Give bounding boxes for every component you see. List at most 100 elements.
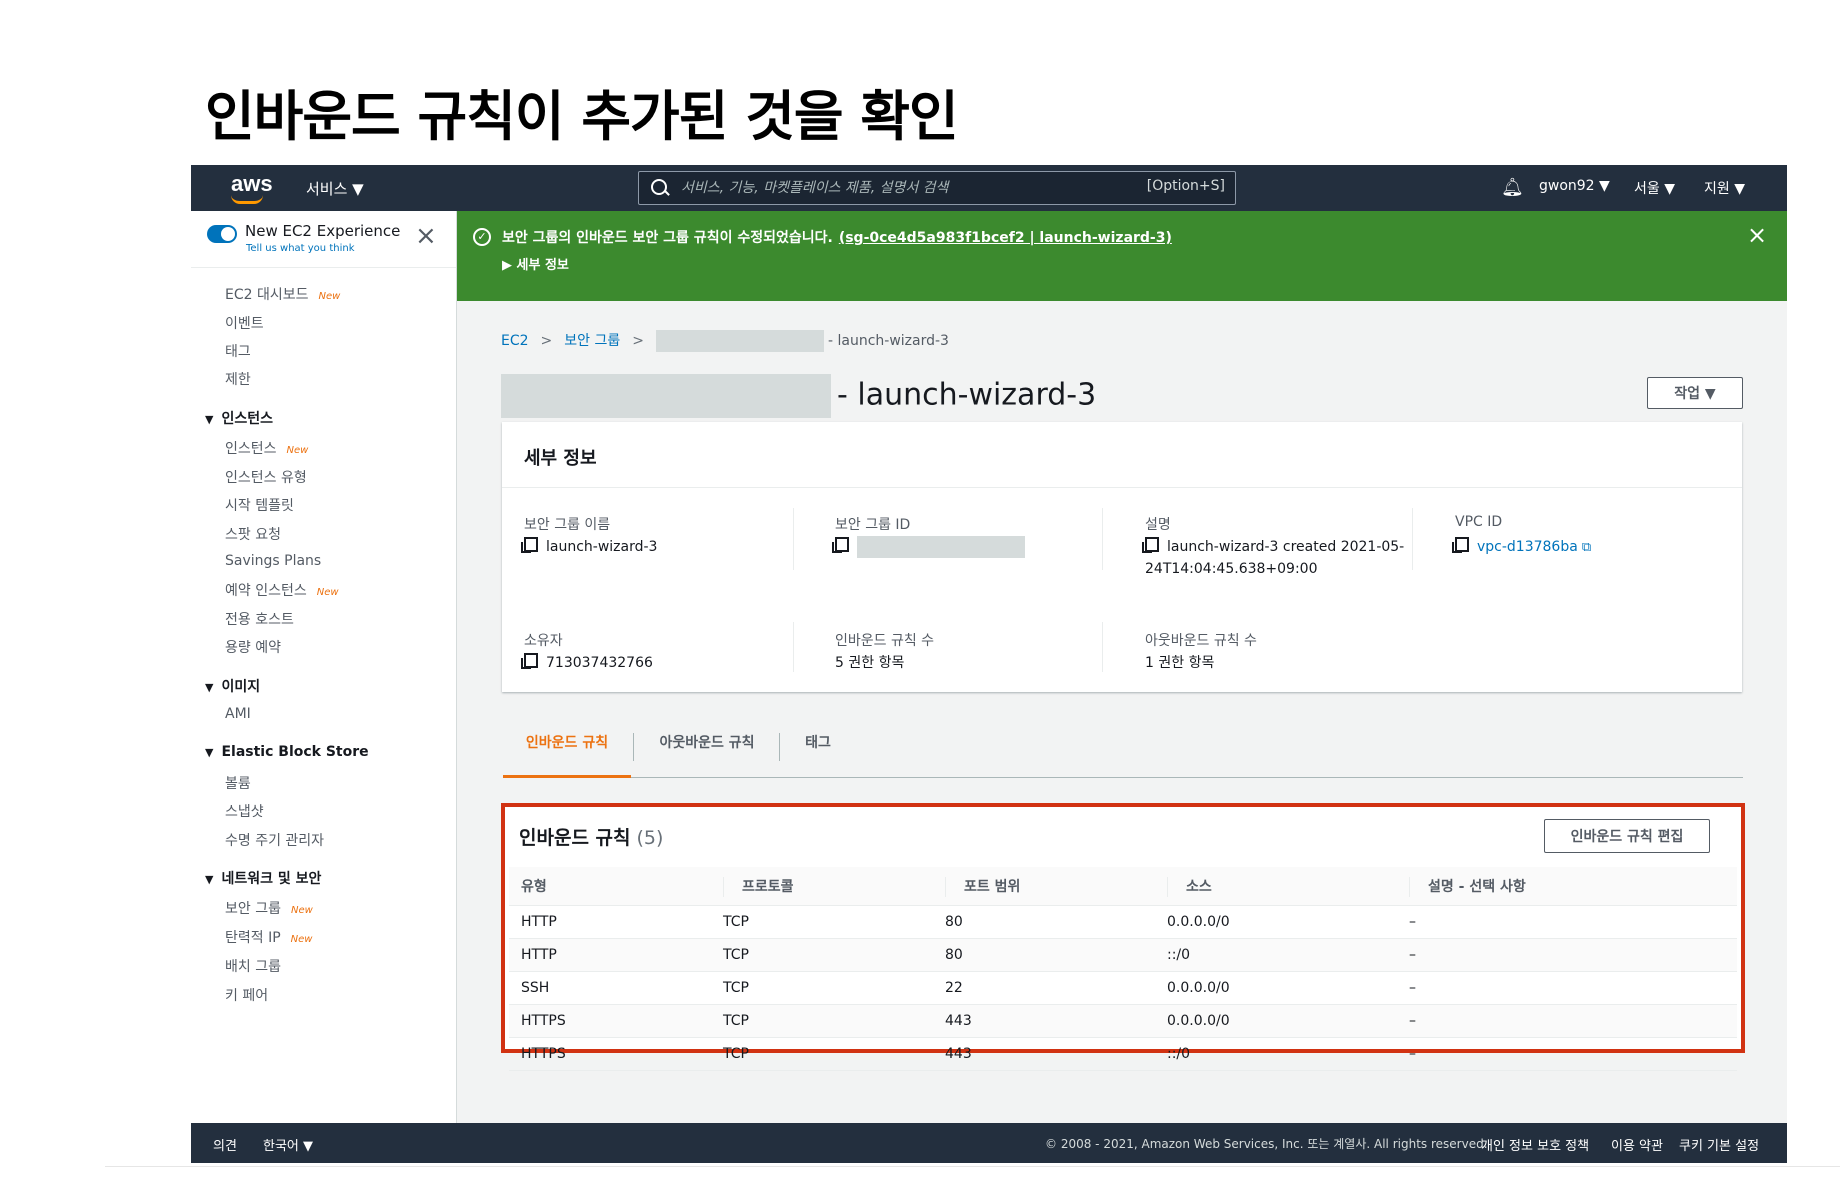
security-group-link[interactable]: (sg-0ce4d5a983f1bcef2 | launch-wizard-3) xyxy=(839,230,1172,246)
sidebar-item-lifecycle-manager[interactable]: 수명 주기 관리자 xyxy=(225,830,324,850)
sidebar-item-savings-plans[interactable]: Savings Plans xyxy=(225,553,321,569)
table-cell: TCP xyxy=(711,905,933,939)
terms-link[interactable]: 이용 약관 xyxy=(1611,1135,1663,1154)
sidebar-section-ebs[interactable]: ▼ Elastic Block Store xyxy=(205,744,369,760)
table-cell: 80 xyxy=(933,905,1155,939)
divider xyxy=(105,1166,1840,1167)
tab-outbound-rules[interactable]: 아웃바운드 규칙 xyxy=(637,727,777,775)
sidebar-section-network-security[interactable]: ▼ 네트워크 및 보안 xyxy=(205,868,321,888)
sidebar-item-limits[interactable]: 제한 xyxy=(225,369,251,389)
footer: 의견 한국어 ▼ © 2008 - 2021, Amazon Web Servi… xyxy=(191,1123,1787,1163)
table-cell: HTTP xyxy=(509,938,711,972)
inbound-count-value: 5 권한 항목 xyxy=(835,655,905,671)
tab-tags[interactable]: 태그 xyxy=(783,727,853,775)
divider xyxy=(1102,508,1103,570)
table-row: SSH TCP 22 0.0.0.0/0 – xyxy=(509,971,1737,1005)
sidebar-item-security-groups[interactable]: 보안 그룹 New xyxy=(225,898,313,918)
services-menu[interactable]: 서비스 ▼ xyxy=(306,178,364,199)
aws-logo[interactable]: aws xyxy=(231,171,273,197)
tab-inbound-rules[interactable]: 인바운드 규칙 xyxy=(503,727,631,778)
vpc-link[interactable]: vpc-d13786ba xyxy=(1477,539,1578,555)
sidebar-item-elastic-ip[interactable]: 탄력적 IP New xyxy=(225,927,312,947)
support-menu[interactable]: 지원 ▼ xyxy=(1704,178,1745,198)
console-window: aws 서비스 ▼ [Option+S] 🔔︎ gwon92 ▼ 서울 ▼ 지원… xyxy=(191,165,1787,1163)
sidebar-item-snapshots[interactable]: 스냅샷 xyxy=(225,801,264,821)
table-cell: TCP xyxy=(711,1037,933,1071)
table-cell: ::/0 xyxy=(1155,1037,1397,1071)
breadcrumb: EC2 > 보안 그룹 > - launch-wizard-3 xyxy=(501,330,949,352)
description-value: launch-wizard-3 created 2021-05- 24T14:04… xyxy=(1142,537,1405,577)
table-row: HTTPS TCP 443 ::/0 – xyxy=(509,1037,1737,1071)
bell-icon[interactable]: 🔔︎ xyxy=(1501,177,1524,198)
region-menu[interactable]: 서울 ▼ xyxy=(1634,178,1675,198)
sidebar-item-tags[interactable]: 태그 xyxy=(225,341,251,361)
sidebar-item-instances[interactable]: 인스턴스 New xyxy=(225,438,308,458)
column-header[interactable]: 포트 범위 xyxy=(933,867,1155,906)
redacted-block xyxy=(655,330,824,352)
tab-bar: 인바운드 규칙 아웃바운드 규칙 태그 xyxy=(503,727,1743,778)
sidebar-item-reserved-instances[interactable]: 예약 인스턴스 New xyxy=(225,580,339,600)
copy-icon[interactable] xyxy=(521,653,538,669)
sidebar-item-placement-groups[interactable]: 배치 그룹 xyxy=(225,956,281,976)
search-input[interactable] xyxy=(679,172,1103,204)
external-link-icon[interactable]: ⧉ xyxy=(1582,540,1591,555)
inbound-rules-table: 유형 프로토콜 포트 범위 소스 설명 - 선택 사항 HTTP TCP 80 … xyxy=(509,867,1737,1071)
description-label: 설명 xyxy=(1145,517,1171,533)
table-cell: 443 xyxy=(933,1037,1155,1071)
actions-button[interactable]: 작업 ▼ xyxy=(1647,377,1743,409)
feedback-link[interactable]: 의견 xyxy=(213,1135,237,1154)
table-cell: 0.0.0.0/0 xyxy=(1155,971,1397,1005)
table-cell: ::/0 xyxy=(1155,938,1397,972)
breadcrumb-security-groups[interactable]: 보안 그룹 xyxy=(564,333,620,349)
edit-inbound-rules-button[interactable]: 인바운드 규칙 편집 xyxy=(1544,819,1710,853)
language-selector[interactable]: 한국어 ▼ xyxy=(263,1135,313,1154)
sidebar-item-ec2-dashboard[interactable]: EC2 대시보드 New xyxy=(225,284,340,304)
sidebar-item-ami[interactable]: AMI xyxy=(225,706,251,722)
feedback-link[interactable]: Tell us what you think xyxy=(246,243,355,254)
close-icon[interactable]: × xyxy=(1747,221,1767,249)
cookie-settings-link[interactable]: 쿠키 기본 설정 xyxy=(1679,1135,1759,1154)
copy-icon[interactable] xyxy=(832,537,849,553)
search-shortcut: [Option+S] xyxy=(1146,178,1225,194)
sidebar-item-key-pairs[interactable]: 키 페어 xyxy=(225,985,268,1005)
table-cell: SSH xyxy=(509,971,711,1005)
vpc-id-label: VPC ID xyxy=(1455,514,1503,530)
table-cell: HTTPS xyxy=(509,1004,711,1038)
sidebar-item-launch-templates[interactable]: 시작 템플릿 xyxy=(225,495,294,515)
inbound-count-label: 인바운드 규칙 수 xyxy=(835,633,935,649)
close-icon[interactable]: × xyxy=(415,221,437,251)
copy-icon[interactable] xyxy=(1452,537,1469,553)
divider xyxy=(502,487,1742,488)
column-header[interactable]: 유형 xyxy=(509,867,711,906)
divider xyxy=(793,508,794,570)
copy-icon[interactable] xyxy=(1142,537,1159,553)
sidebar-item-instance-types[interactable]: 인스턴스 유형 xyxy=(225,467,307,487)
column-header[interactable]: 프로토콜 xyxy=(711,867,933,906)
vpc-id-value: vpc-d13786ba ⧉ xyxy=(1452,536,1591,559)
table-cell: – xyxy=(1397,971,1737,1005)
sidebar-section-instances[interactable]: ▼ 인스턴스 xyxy=(205,408,273,428)
check-circle-icon: ✓ xyxy=(473,228,491,246)
page-title: - launch-wizard-3 xyxy=(501,374,1096,418)
account-menu[interactable]: gwon92 ▼ xyxy=(1539,178,1610,194)
rules-count: (5) xyxy=(636,827,664,849)
sidebar-item-capacity-reservations[interactable]: 용량 예약 xyxy=(225,637,281,657)
divider xyxy=(1412,508,1413,570)
breadcrumb-ec2[interactable]: EC2 xyxy=(501,333,529,349)
column-header[interactable]: 소스 xyxy=(1155,867,1397,906)
sg-id-value xyxy=(832,536,1025,558)
search-box[interactable]: [Option+S] xyxy=(638,171,1236,205)
flash-details-toggle[interactable]: ▶ 세부 정보 xyxy=(502,254,569,273)
copy-icon[interactable] xyxy=(521,537,538,553)
sidebar-item-volumes[interactable]: 볼륨 xyxy=(225,773,251,793)
sidebar-item-dedicated-hosts[interactable]: 전용 호스트 xyxy=(225,609,294,629)
sidebar-item-events[interactable]: 이벤트 xyxy=(225,313,264,333)
success-flash-banner: ✓ 보안 그룹의 인바운드 보안 그룹 규칙이 수정되었습니다. (sg-0ce4… xyxy=(457,211,1787,301)
new-experience-toggle[interactable] xyxy=(207,225,237,243)
column-header[interactable]: 설명 - 선택 사항 xyxy=(1397,867,1737,906)
table-cell: 22 xyxy=(933,971,1155,1005)
sidebar-section-images[interactable]: ▼ 이미지 xyxy=(205,676,260,696)
inbound-rules-panel: 인바운드 규칙 (5) 인바운드 규칙 편집 유형 프로토콜 포트 범위 소스 설… xyxy=(501,803,1745,1071)
sidebar-item-spot-requests[interactable]: 스팟 요청 xyxy=(225,524,281,544)
privacy-link[interactable]: 개인 정보 보호 정책 xyxy=(1481,1135,1589,1154)
